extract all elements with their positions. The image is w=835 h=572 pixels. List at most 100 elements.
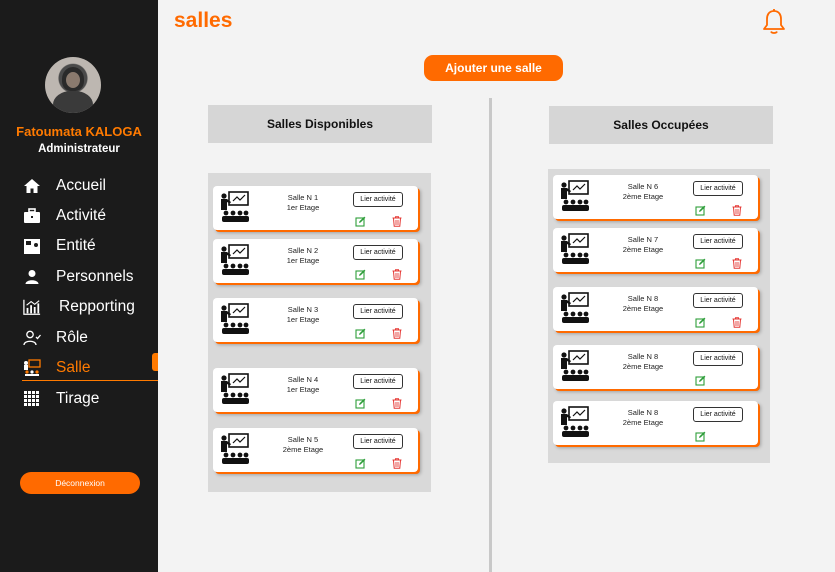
classroom-icon bbox=[560, 350, 590, 382]
link-activity-button[interactable]: Lier activité bbox=[353, 304, 403, 319]
sidebar-item-label: Accueil bbox=[56, 177, 106, 194]
entity-icon bbox=[23, 237, 41, 255]
trash-icon[interactable] bbox=[732, 256, 742, 269]
active-underline bbox=[22, 380, 158, 381]
role-icon bbox=[23, 329, 41, 347]
edit-icon[interactable] bbox=[355, 396, 366, 409]
link-activity-button[interactable]: Lier activité bbox=[353, 374, 403, 389]
active-indicator bbox=[152, 353, 158, 371]
person-icon bbox=[23, 268, 41, 286]
room-card[interactable]: Salle N 5 2ème Etage Lier activité bbox=[213, 428, 418, 472]
edit-icon[interactable] bbox=[695, 203, 706, 216]
room-card[interactable]: Salle N 2 1er Etage Lier activité bbox=[213, 239, 418, 283]
sidebar-item-label: Personnels bbox=[56, 268, 134, 285]
room-card[interactable]: Salle N 4 1er Etage Lier activité bbox=[213, 368, 418, 412]
room-card[interactable]: Salle N 3 1er Etage Lier activité bbox=[213, 298, 418, 342]
room-card[interactable]: Salle N 7 2ème Etage Lier activité bbox=[553, 228, 758, 272]
room-floor: 2ème Etage bbox=[282, 445, 324, 454]
trash-icon[interactable] bbox=[392, 267, 402, 280]
user-role: Administrateur bbox=[38, 143, 120, 155]
room-floor: 2ème Etage bbox=[622, 245, 664, 254]
avatar[interactable] bbox=[45, 57, 101, 113]
link-activity-button[interactable]: Lier activité bbox=[693, 351, 743, 366]
room-card[interactable]: Salle N 8 2ème Etage Lier activité bbox=[553, 287, 758, 331]
link-activity-button[interactable]: Lier activité bbox=[693, 181, 743, 196]
classroom-icon bbox=[220, 373, 250, 405]
link-activity-button[interactable]: Lier activité bbox=[693, 234, 743, 249]
room-floor: 2ème Etage bbox=[622, 192, 664, 201]
sidebar-item-role[interactable]: Rôle bbox=[0, 326, 158, 350]
edit-icon[interactable] bbox=[695, 373, 706, 386]
logout-button[interactable]: Déconnexion bbox=[20, 472, 140, 494]
edit-icon[interactable] bbox=[695, 315, 706, 328]
trash-icon[interactable] bbox=[392, 214, 402, 227]
classroom-icon bbox=[560, 406, 590, 438]
sidebar-item-label: Tirage bbox=[56, 390, 100, 407]
room-floor: 2ème Etage bbox=[622, 362, 664, 371]
link-activity-button[interactable]: Lier activité bbox=[353, 434, 403, 449]
classroom-icon bbox=[560, 233, 590, 265]
room-floor: 1er Etage bbox=[286, 203, 320, 212]
briefcase-icon bbox=[23, 207, 41, 225]
bell-icon[interactable] bbox=[761, 8, 787, 36]
room-name: Salle N 4 bbox=[287, 375, 319, 384]
link-activity-button[interactable]: Lier activité bbox=[353, 192, 403, 207]
classroom-icon bbox=[220, 303, 250, 335]
link-activity-button[interactable]: Lier activité bbox=[693, 407, 743, 422]
home-icon bbox=[23, 177, 41, 195]
classroom-icon bbox=[220, 191, 250, 223]
sidebar-item-entite[interactable]: Entité bbox=[0, 234, 158, 258]
room-name: Salle N 5 bbox=[287, 435, 319, 444]
room-name: Salle N 7 bbox=[627, 235, 659, 244]
report-icon bbox=[23, 298, 41, 316]
grid-icon bbox=[23, 390, 41, 408]
room-floor: 1er Etage bbox=[286, 256, 320, 265]
user-name: Fatoumata KALOGA bbox=[16, 124, 142, 139]
edit-icon[interactable] bbox=[355, 214, 366, 227]
sidebar-item-repporting[interactable]: Repporting bbox=[0, 295, 158, 319]
edit-icon[interactable] bbox=[355, 267, 366, 280]
trash-icon[interactable] bbox=[392, 396, 402, 409]
trash-icon[interactable] bbox=[392, 456, 402, 469]
sidebar-item-label: Rôle bbox=[56, 329, 88, 346]
link-activity-button[interactable]: Lier activité bbox=[693, 293, 743, 308]
add-room-button[interactable]: Ajouter une salle bbox=[424, 55, 563, 81]
edit-icon[interactable] bbox=[355, 456, 366, 469]
room-name: Salle N 1 bbox=[287, 193, 319, 202]
trash-icon[interactable] bbox=[392, 326, 402, 339]
sidebar-item-salle[interactable]: Salle bbox=[0, 353, 158, 380]
room-name: Salle N 8 bbox=[627, 408, 659, 417]
room-name: Salle N 6 bbox=[627, 182, 659, 191]
classroom-icon bbox=[560, 292, 590, 324]
sidebar-item-accueil[interactable]: Accueil bbox=[0, 174, 158, 198]
room-floor: 2ème Etage bbox=[622, 418, 664, 427]
room-card[interactable]: Salle N 8 2ème Etage Lier activité bbox=[553, 401, 758, 445]
page-title: salles bbox=[174, 9, 233, 32]
room-floor: 1er Etage bbox=[286, 385, 320, 394]
sidebar-item-activite[interactable]: Activité bbox=[0, 204, 158, 228]
trash-icon[interactable] bbox=[732, 315, 742, 328]
room-name: Salle N 3 bbox=[287, 305, 319, 314]
classroom-icon bbox=[560, 180, 590, 212]
edit-icon[interactable] bbox=[355, 326, 366, 339]
sidebar-item-label: Activité bbox=[56, 207, 106, 224]
edit-icon[interactable] bbox=[695, 256, 706, 269]
sidebar-item-tirage[interactable]: Tirage bbox=[0, 387, 158, 411]
room-card[interactable]: Salle N 1 1er Etage Lier activité bbox=[213, 186, 418, 230]
sidebar-item-label: Entité bbox=[56, 237, 96, 254]
available-rooms-header: Salles Disponibles bbox=[208, 105, 432, 143]
room-name: Salle N 8 bbox=[627, 352, 659, 361]
classroom-icon bbox=[220, 433, 250, 465]
sidebar-item-label: Salle bbox=[56, 359, 91, 376]
trash-icon[interactable] bbox=[732, 203, 742, 216]
room-card[interactable]: Salle N 6 2ème Etage Lier activité bbox=[553, 175, 758, 219]
sidebar-item-label: Repporting bbox=[59, 298, 135, 315]
room-floor: 1er Etage bbox=[286, 315, 320, 324]
edit-icon[interactable] bbox=[695, 429, 706, 442]
room-floor: 2ème Etage bbox=[622, 304, 664, 313]
sidebar-item-personnels[interactable]: Personnels bbox=[0, 265, 158, 289]
classroom-icon bbox=[220, 244, 250, 276]
link-activity-button[interactable]: Lier activité bbox=[353, 245, 403, 260]
occupied-rooms-header: Salles Occupées bbox=[549, 106, 773, 144]
room-card[interactable]: Salle N 8 2ème Etage Lier activité bbox=[553, 345, 758, 389]
